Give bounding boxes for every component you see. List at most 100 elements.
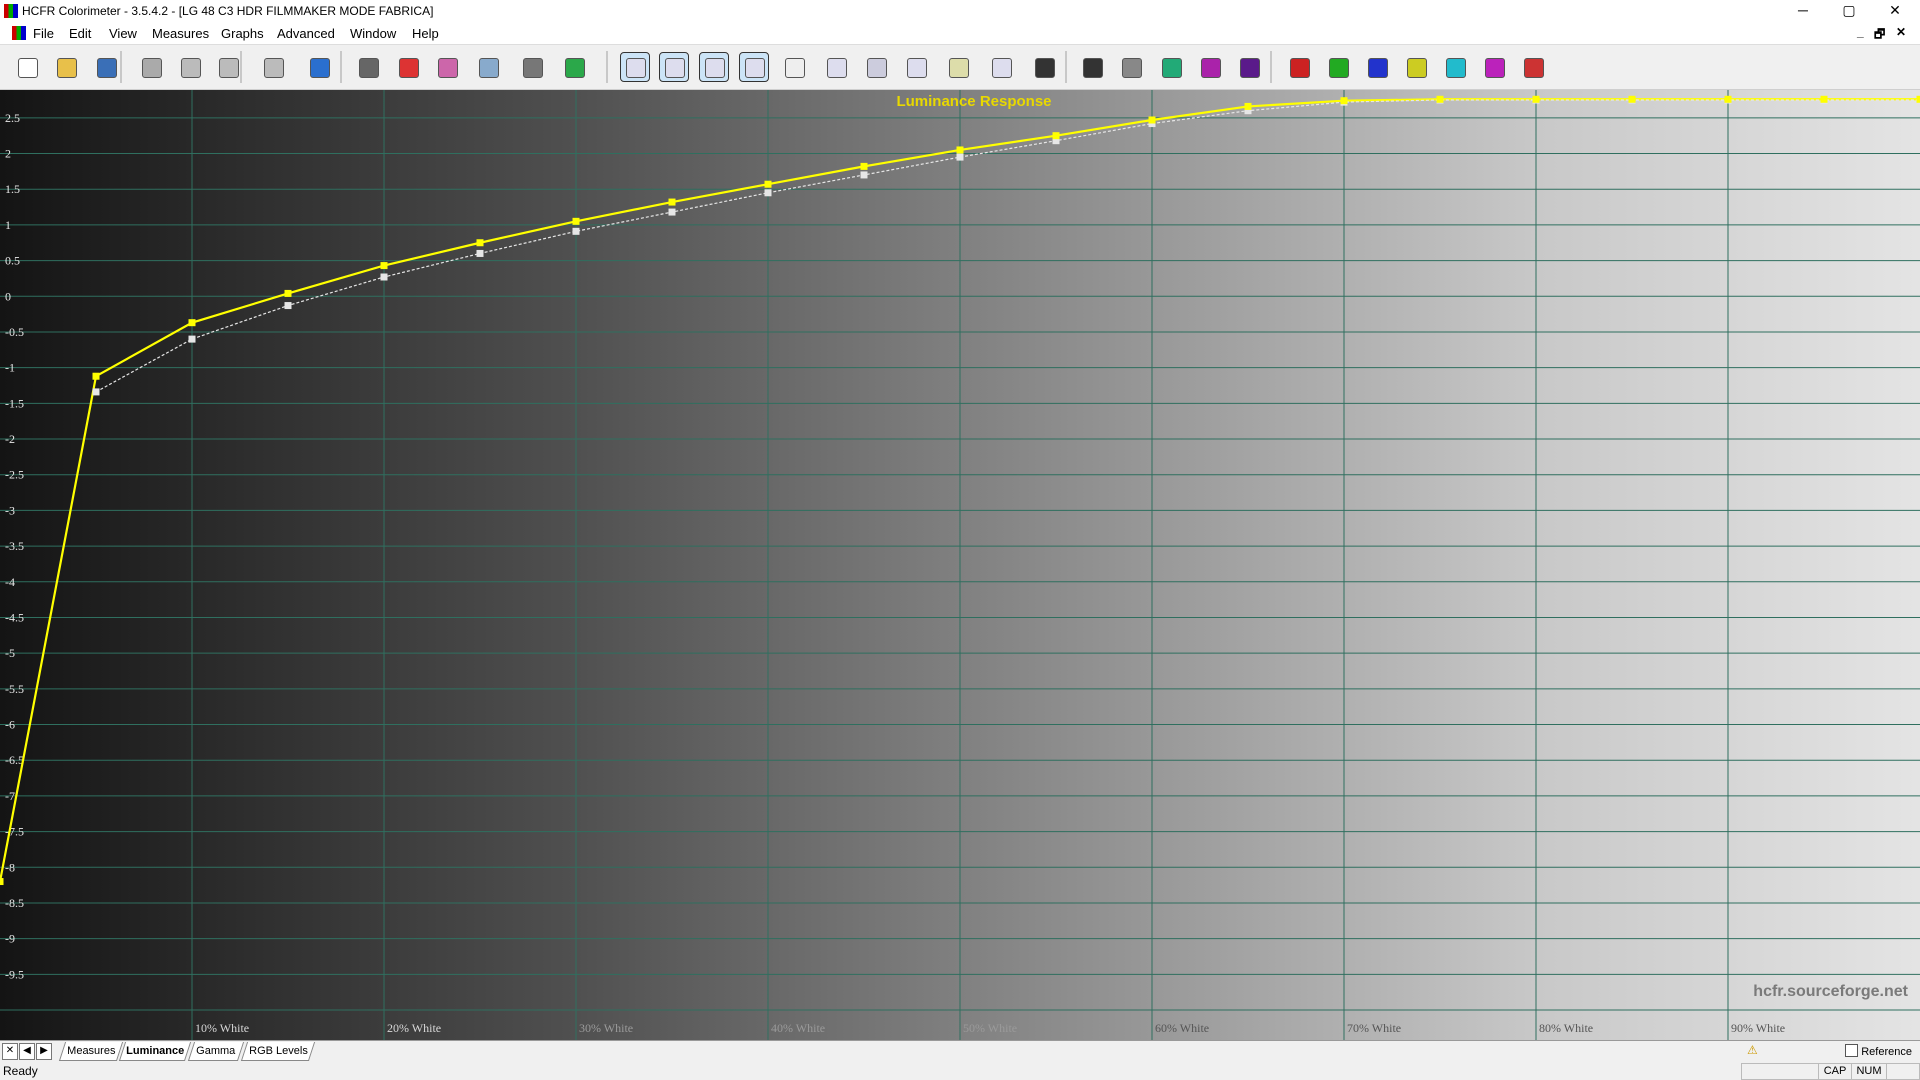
data-point-1	[284, 302, 292, 310]
sensor-icon[interactable]	[354, 53, 382, 81]
y-tick-label: 0.5	[5, 254, 20, 268]
menu-advanced[interactable]: Advanced	[277, 26, 335, 41]
blue-film-icon-glyph	[1368, 58, 1388, 78]
menu-help[interactable]: Help	[412, 26, 439, 41]
rgb-levels-view-icon[interactable]	[739, 52, 769, 82]
camera-icon[interactable]	[518, 53, 546, 81]
menu-edit[interactable]: Edit	[69, 26, 91, 41]
status-cap: CAP	[1818, 1063, 1852, 1080]
reference-checkbox-box[interactable]	[1845, 1044, 1859, 1057]
chroma-view-icon[interactable]	[780, 53, 808, 81]
primaries-film-icon[interactable]	[1157, 53, 1185, 81]
green-film-icon[interactable]	[1324, 53, 1352, 81]
y-tick-label: -4	[5, 575, 15, 589]
y-tick-label: -7	[5, 789, 15, 803]
cyan-film-icon[interactable]	[1441, 53, 1469, 81]
y-tick-label: 0	[5, 289, 11, 303]
yellow-film-icon-glyph	[1407, 58, 1427, 78]
close-tab-button[interactable]: ✕	[2, 1043, 18, 1060]
color-temp-view-icon[interactable]	[944, 53, 972, 81]
tab-gamma-label: Gamma	[196, 1045, 236, 1057]
reference-label: Reference	[1861, 1046, 1912, 1058]
mdi-restore-button[interactable]: 🗗	[1874, 25, 1885, 46]
save-icon[interactable]	[92, 53, 120, 81]
monitor-view-icon-glyph	[626, 58, 646, 78]
help-icon[interactable]	[305, 53, 333, 81]
save-icon-glyph	[97, 58, 117, 78]
tab-rgb-levels[interactable]: RGB Levels	[240, 1042, 316, 1061]
y-tick-label: 1.5	[5, 182, 20, 196]
menu-window[interactable]: Window	[350, 26, 396, 41]
y-tick-label: -5	[5, 646, 15, 660]
menu-file[interactable]: File	[33, 26, 54, 41]
secondaries-film-icon[interactable]	[1196, 53, 1224, 81]
rgb-levels-view-icon-glyph	[745, 58, 765, 78]
data-point-1	[92, 388, 100, 396]
cut-icon[interactable]	[137, 53, 165, 81]
copy-icon[interactable]	[176, 53, 204, 81]
yellow-film-icon[interactable]	[1402, 53, 1430, 81]
rgb-spheres-icon[interactable]	[394, 53, 422, 81]
monitor-view-icon[interactable]	[620, 52, 650, 82]
saturation-lum-view-icon[interactable]	[902, 53, 930, 81]
saturation-view-icon[interactable]	[862, 53, 890, 81]
y-tick-label: -0.5	[5, 325, 24, 339]
data-point-1	[188, 335, 196, 343]
mixed-film-icon[interactable]	[1519, 53, 1547, 81]
cie-view-icon-glyph	[827, 58, 847, 78]
y-tick-label: 2.5	[5, 111, 20, 125]
menu-graphs[interactable]: Graphs	[221, 26, 264, 41]
display-view-icon[interactable]	[1030, 53, 1058, 81]
close-button[interactable]: ✕	[1872, 0, 1918, 22]
play-icon[interactable]	[560, 53, 588, 81]
y-tick-label: -3.5	[5, 539, 24, 553]
colors-icon[interactable]	[433, 53, 461, 81]
maximize-button[interactable]: ▢	[1826, 0, 1872, 22]
data-point-1	[380, 273, 388, 281]
new-document-icon[interactable]	[13, 53, 41, 81]
y-tick-label: -8.5	[5, 896, 24, 910]
x-tick-label: 80% White	[1539, 1021, 1593, 1035]
cie-view-icon[interactable]	[822, 53, 850, 81]
document-icon[interactable]	[12, 26, 26, 40]
data-point-1	[860, 171, 868, 179]
data-point-0	[1052, 132, 1060, 140]
tab-gamma[interactable]: Gamma	[187, 1042, 245, 1061]
gamma-view-icon[interactable]	[699, 52, 729, 82]
mdi-close-button[interactable]: ✕	[1896, 25, 1906, 39]
x-tick-label: 20% White	[387, 1021, 441, 1035]
paste-icon[interactable]	[214, 53, 242, 81]
x-tick-label: 70% White	[1347, 1021, 1401, 1035]
menu-measures[interactable]: Measures	[152, 26, 209, 41]
palette-icon[interactable]	[474, 53, 502, 81]
next-tab-button[interactable]: ▶	[36, 1043, 52, 1060]
reference-checkbox[interactable]: Reference	[1845, 1044, 1912, 1058]
blue-film-icon[interactable]	[1363, 53, 1391, 81]
luminance-chart: 2.5 2 1.5 1 0.5 0 -0.5 -1 -1.5 -2 -2.5 -3 -3.5 -4 -4.5…	[0, 90, 1920, 1040]
camera-icon-glyph	[523, 58, 543, 78]
galaxy-icon[interactable]	[1235, 53, 1263, 81]
red-film-icon[interactable]	[1285, 53, 1313, 81]
y-tick-label: -4.5	[5, 610, 24, 624]
x-tick-label: 50% White	[963, 1021, 1017, 1035]
x-tick-label: 60% White	[1155, 1021, 1209, 1035]
minimize-button[interactable]: ─	[1780, 0, 1826, 22]
grayscale-film-outline-icon[interactable]	[1117, 53, 1145, 81]
grayscale-film-icon[interactable]	[1078, 53, 1106, 81]
tab-measures-label: Measures	[67, 1045, 116, 1057]
tab-rgb-levels-label: RGB Levels	[248, 1045, 308, 1057]
tab-luminance-label: Luminance	[126, 1045, 185, 1057]
prev-tab-button[interactable]: ◀	[19, 1043, 35, 1060]
luminance-view-icon[interactable]	[659, 52, 689, 82]
data-point-0	[1724, 95, 1732, 103]
magenta-film-icon[interactable]	[1480, 53, 1508, 81]
print-icon[interactable]	[259, 53, 287, 81]
mdi-minimize-button[interactable]: _	[1857, 25, 1864, 39]
notification-icon[interactable]: ⚠	[1747, 1043, 1761, 1057]
tab-luminance[interactable]: Luminance	[118, 1042, 192, 1061]
delta-e-view-icon-glyph	[992, 58, 1012, 78]
delta-e-view-icon[interactable]	[987, 53, 1015, 81]
open-folder-icon[interactable]	[52, 53, 80, 81]
menu-view[interactable]: View	[109, 26, 137, 41]
tab-measures[interactable]: Measures	[58, 1042, 124, 1061]
